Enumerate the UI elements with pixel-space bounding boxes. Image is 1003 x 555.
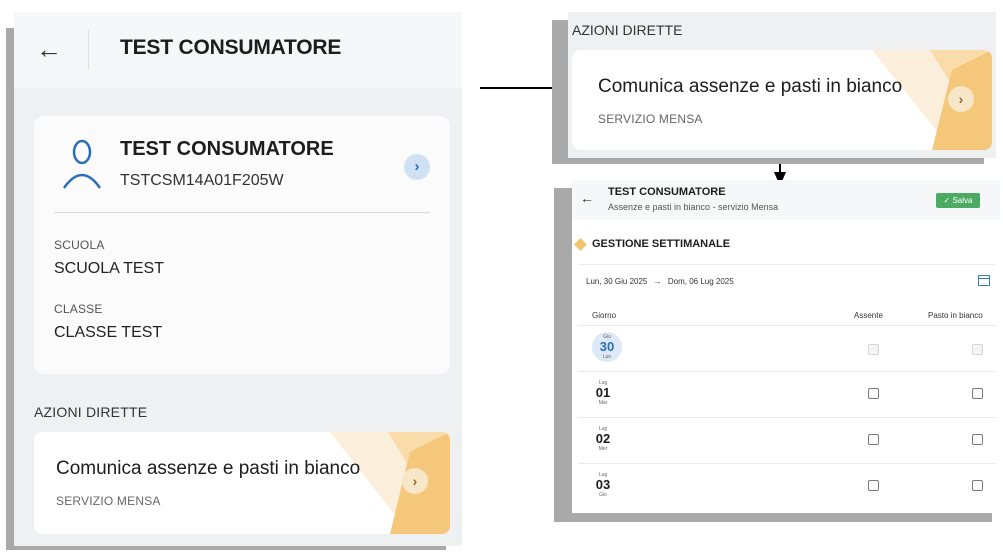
action-subtitle: SERVIZIO MENSA — [56, 494, 161, 508]
blank-meal-checkbox[interactable] — [972, 388, 983, 399]
action-title: Comunica assenze e pasti in bianco — [56, 458, 361, 479]
range-start: Lun, 30 Giu 2025 — [586, 277, 648, 286]
back-arrow-icon[interactable]: ← — [36, 34, 62, 65]
section-title: AZIONI DIRETTE — [572, 22, 683, 38]
blank-meal-checkbox[interactable] — [972, 480, 983, 491]
table-row: Lug 02 Mer — [578, 417, 996, 463]
right-top-panel: AZIONI DIRETTE Comunica assenze e pasti … — [568, 12, 996, 158]
calendar-icon[interactable] — [978, 275, 990, 286]
column-header-blank-meal: Pasto in bianco — [928, 311, 983, 320]
day-weekday: Mer — [598, 446, 608, 452]
absent-checkbox[interactable] — [868, 388, 879, 399]
decorative-shape — [872, 50, 992, 150]
user-icon — [62, 139, 102, 189]
table-row: Giu 30 Lun — [578, 325, 996, 371]
range-arrow-icon: → — [653, 277, 662, 286]
user-fiscal-code: TSTCSM14A01F205W — [120, 172, 284, 189]
day-number: 01 — [595, 385, 611, 400]
day-number: 30 — [599, 339, 615, 354]
absent-checkbox — [868, 344, 879, 355]
action-card-meals[interactable]: Comunica assenze e pasti in bianco SERVI… — [572, 50, 992, 150]
diamond-icon — [574, 238, 587, 251]
page-title: TEST CONSUMATORE — [608, 186, 726, 198]
absent-checkbox[interactable] — [868, 480, 879, 491]
column-header-day: Giorno — [592, 311, 617, 320]
chevron-right-icon[interactable]: › — [948, 86, 974, 112]
blank-meal-checkbox — [972, 344, 983, 355]
day-number: 03 — [595, 477, 611, 492]
day-weekday: Gio — [599, 492, 607, 498]
action-subtitle: SERVIZIO MENSA — [598, 112, 703, 126]
right-bottom-panel: ← TEST CONSUMATORE Assenze e pasti in bi… — [572, 180, 1000, 513]
action-card-meals[interactable]: Comunica assenze e pasti in bianco SERVI… — [34, 432, 450, 534]
section-title: GESTIONE SETTIMANALE — [592, 238, 731, 250]
back-arrow-icon[interactable]: ← — [580, 190, 594, 206]
left-panel: ← TEST CONSUMATORE TEST CONSUMATORE TSTC… — [14, 12, 462, 546]
weekly-table: Lun, 30 Giu 2025 → Dom, 06 Lug 2025 Gior… — [578, 264, 996, 513]
day-cell: Lug 01 Mar — [592, 380, 614, 406]
column-header-absent: Assente — [854, 311, 883, 320]
day-cell: Lug 03 Gio — [592, 472, 614, 498]
header-bar: ← TEST CONSUMATORE — [14, 12, 462, 88]
action-title: Comunica assenze e pasti in bianco — [598, 76, 903, 97]
school-value: SCUOLA TEST — [54, 260, 164, 277]
range-end: Dom, 06 Lug 2025 — [667, 277, 734, 286]
save-button[interactable]: ✓ Salva — [936, 193, 980, 208]
header-bar: ← TEST CONSUMATORE Assenze e pasti in bi… — [572, 180, 1000, 220]
header-divider — [88, 30, 89, 70]
table-row: Lug 01 Mar — [578, 371, 996, 417]
section-title: AZIONI DIRETTE — [34, 404, 148, 420]
page-subtitle: Assenze e pasti in bianco - servizio Men… — [608, 202, 779, 212]
day-cell: Giu 30 Lun — [596, 334, 618, 360]
chevron-right-icon[interactable]: › — [402, 468, 428, 494]
day-weekday: Mar — [598, 400, 608, 406]
day-number: 02 — [595, 431, 611, 446]
decorative-shape — [330, 432, 450, 534]
date-range: Lun, 30 Giu 2025 → Dom, 06 Lug 2025 — [586, 277, 734, 286]
chevron-right-icon[interactable]: › — [404, 154, 430, 180]
user-name: TEST CONSUMATORE — [120, 138, 334, 160]
blank-meal-checkbox[interactable] — [972, 434, 983, 445]
day-weekday: Lun — [602, 354, 612, 360]
day-cell: Lug 02 Mer — [592, 426, 614, 452]
page-title: TEST CONSUMATORE — [120, 36, 342, 59]
user-card: TEST CONSUMATORE TSTCSM14A01F205W › SCUO… — [34, 116, 450, 374]
class-value: CLASSE TEST — [54, 324, 163, 341]
card-divider — [54, 212, 430, 213]
class-label: CLASSE — [54, 302, 103, 316]
table-row: Lug 03 Gio — [578, 463, 996, 509]
school-label: SCUOLA — [54, 238, 105, 252]
absent-checkbox[interactable] — [868, 434, 879, 445]
